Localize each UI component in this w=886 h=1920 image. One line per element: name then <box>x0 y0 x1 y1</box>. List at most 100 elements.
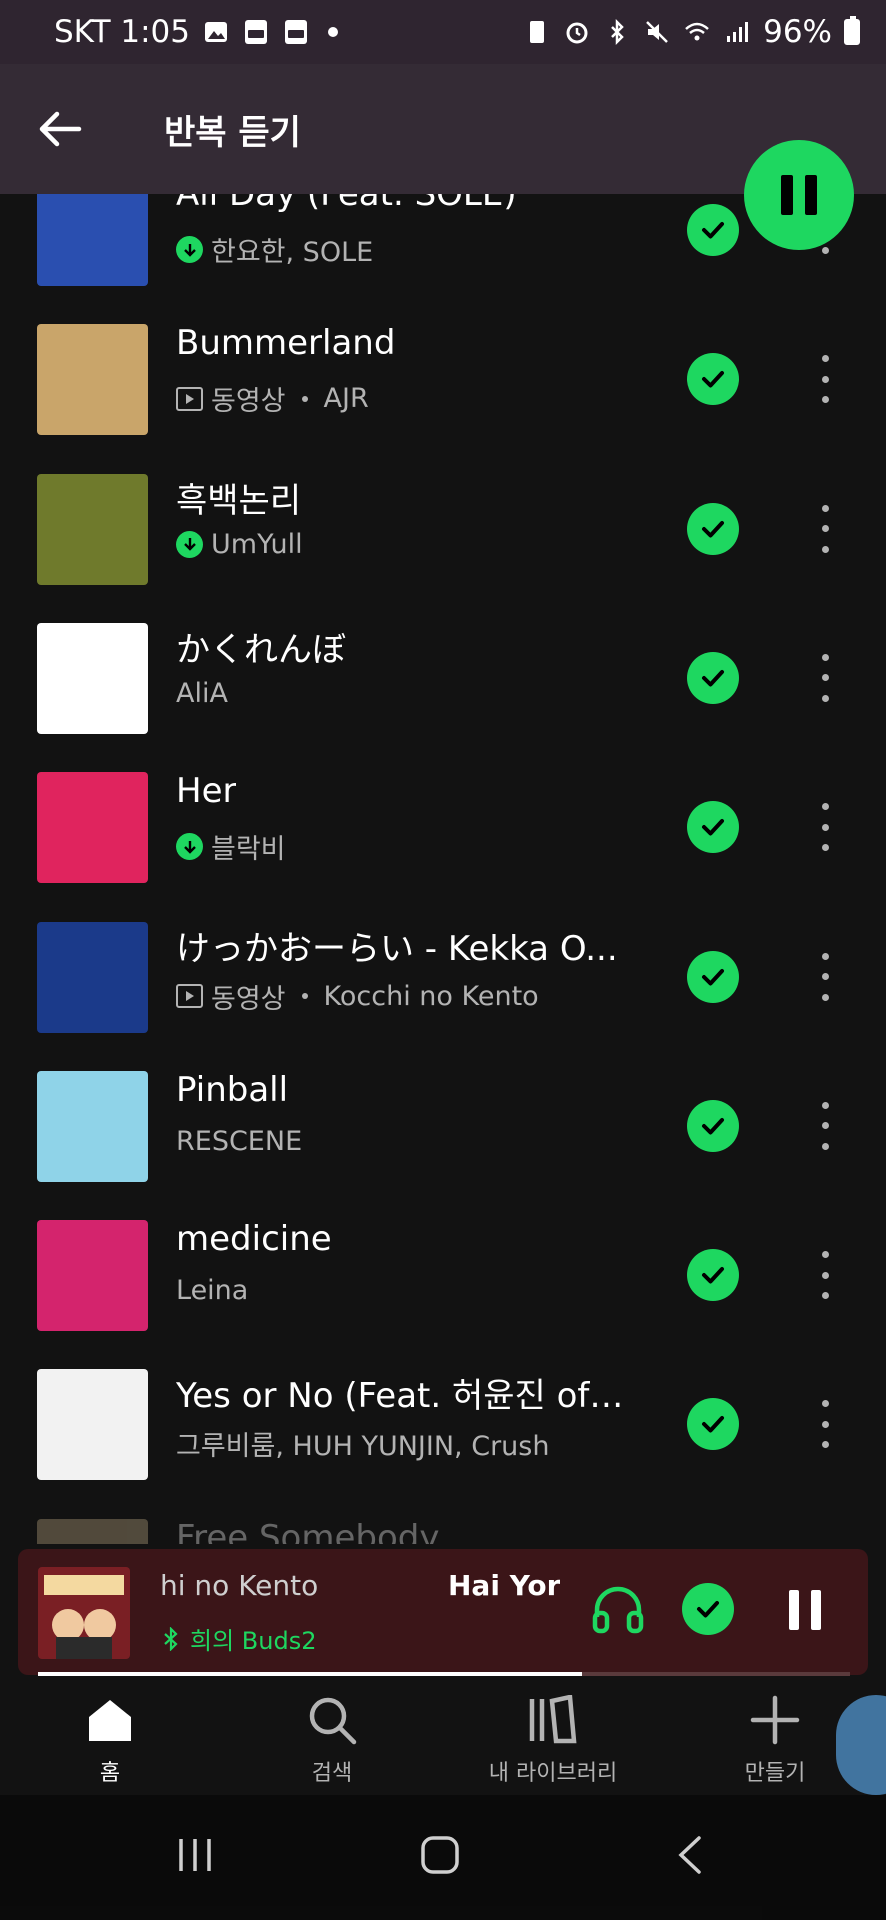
battery-icon <box>844 16 860 45</box>
mini-player-device-name: 희의 Buds2 <box>190 1627 317 1655</box>
track-title: Her <box>176 771 237 812</box>
track-row[interactable]: かくれんぼ AliA <box>0 604 886 753</box>
check-icon <box>697 1601 719 1618</box>
track-artist: AliA <box>176 677 228 709</box>
mini-player-device[interactable]: 희의 Buds2 <box>162 1621 316 1656</box>
track-album-art <box>37 324 148 436</box>
track-title: Free Somebody <box>176 1517 440 1544</box>
back-system-button[interactable] <box>655 1825 725 1885</box>
nav-home-label: 홈 <box>99 1761 121 1786</box>
alarm-icon <box>566 22 588 44</box>
track-album-art <box>37 622 148 734</box>
pause-icon <box>789 1590 799 1630</box>
saved-check-button[interactable] <box>687 204 739 256</box>
track-subtitle: Leina <box>176 1275 248 1306</box>
more-options-button[interactable] <box>810 947 840 1007</box>
nav-home[interactable]: 홈 <box>10 1685 210 1787</box>
mini-player-pause-button[interactable] <box>780 1585 830 1635</box>
page-title: 반복 듣기 <box>164 112 301 153</box>
more-vertical-icon <box>821 1101 829 1109</box>
track-subtitle: 동영상 Kocchi no Kento <box>176 977 539 1016</box>
signal-icon <box>727 22 749 42</box>
wifi-icon <box>685 22 709 41</box>
nav-library[interactable]: 내 라이브러리 <box>453 1685 653 1787</box>
bluetooth-icon <box>164 1626 178 1651</box>
track-subtitle: RESCENE <box>176 1126 302 1157</box>
track-album-art <box>37 921 148 1033</box>
recent-apps-button[interactable] <box>160 1825 230 1885</box>
arrow-left-icon <box>39 111 82 147</box>
plus-icon <box>750 1695 800 1745</box>
home-button[interactable] <box>405 1825 475 1885</box>
saved-check-button[interactable] <box>687 353 739 406</box>
nav-search[interactable]: 검색 <box>232 1685 432 1787</box>
track-row[interactable]: Her 블락비 <box>0 753 886 902</box>
saved-check-button[interactable] <box>687 801 739 854</box>
check-icon <box>702 222 724 239</box>
battery-percent: 96% <box>763 14 832 50</box>
check-icon <box>702 371 724 388</box>
track-row[interactable]: けっかおーらい - Kekka O... 동영상 Kocchi no Kento <box>0 903 886 1052</box>
nav-create-label: 만들기 <box>744 1761 806 1786</box>
track-row[interactable]: Bummerland 동영상 AJR <box>0 305 886 454</box>
downloaded-icon <box>176 833 203 861</box>
separator-dot <box>301 993 308 999</box>
more-options-button[interactable] <box>810 648 840 708</box>
more-options-button[interactable] <box>810 797 840 857</box>
saved-check-button[interactable] <box>687 1249 739 1302</box>
track-title: Bummerland <box>176 323 396 364</box>
mini-player[interactable]: hi no Kento Hai Yor 희의 Buds2 <box>18 1549 868 1676</box>
mini-player-saved-button[interactable] <box>682 1583 734 1635</box>
pause-icon <box>781 175 793 215</box>
separator-dot <box>301 395 308 402</box>
mini-player-album-art <box>38 1567 130 1659</box>
track-title: けっかおーらい - Kekka O... <box>176 928 618 969</box>
headphones-icon <box>592 1586 644 1634</box>
mini-player-progress-bar[interactable] <box>38 1672 850 1676</box>
mini-player-marquee: hi no Kento Hai Yor <box>160 1569 560 1609</box>
connect-device-button[interactable] <box>588 1579 648 1639</box>
saved-check-button[interactable] <box>687 502 739 555</box>
more-vertical-icon <box>821 952 829 960</box>
track-album-art <box>37 1369 148 1481</box>
downloaded-icon <box>176 530 203 558</box>
more-vertical-icon <box>821 504 829 512</box>
chevron-left-icon <box>678 1836 701 1874</box>
more-options-button[interactable] <box>810 1245 840 1305</box>
check-icon <box>702 669 724 687</box>
track-subtitle: 동영상 AJR <box>176 379 369 418</box>
recent-apps-icon <box>179 1839 211 1871</box>
track-subtitle: 블락비 <box>176 827 286 866</box>
track-row[interactable]: Pinball RESCENE <box>0 1052 886 1201</box>
saved-check-button[interactable] <box>687 1398 739 1451</box>
track-artist: RESCENE <box>176 1125 303 1157</box>
track-type-label: 동영상 <box>211 386 286 418</box>
track-title: Pinball <box>176 1069 289 1110</box>
pause-button[interactable] <box>744 140 854 250</box>
track-row[interactable]: 흑백논리 UmYull <box>0 455 886 604</box>
more-options-button[interactable] <box>810 499 840 559</box>
more-options-button[interactable] <box>810 1394 840 1454</box>
track-artist: Leina <box>176 1275 249 1307</box>
more-options-button[interactable] <box>810 349 840 409</box>
back-button[interactable] <box>0 64 120 194</box>
track-album-art <box>37 1518 148 1544</box>
track-subtitle: AliA <box>176 678 228 709</box>
track-row[interactable]: Yes or No (Feat. 허윤진 of ... 그루비룸, HUH YUN… <box>0 1350 886 1499</box>
track-row[interactable]: medicine Leina <box>0 1201 886 1350</box>
home-square-icon <box>421 1836 459 1874</box>
mute-icon <box>646 21 668 43</box>
battery-saver-icon <box>530 21 545 43</box>
more-options-button[interactable] <box>810 1096 840 1156</box>
track-artist: AJR <box>323 383 369 415</box>
saved-check-button[interactable] <box>687 950 739 1003</box>
track-row[interactable]: Free Somebody루나 <box>0 1500 886 1544</box>
saved-check-button[interactable] <box>687 651 739 704</box>
check-icon <box>702 819 724 836</box>
gallery-icon <box>205 22 228 42</box>
saved-check-button[interactable] <box>687 1099 739 1152</box>
track-artist: 블락비 <box>211 834 286 866</box>
more-vertical-icon <box>821 803 829 811</box>
system-navigation-bar <box>0 1795 886 1920</box>
check-icon <box>702 968 724 985</box>
